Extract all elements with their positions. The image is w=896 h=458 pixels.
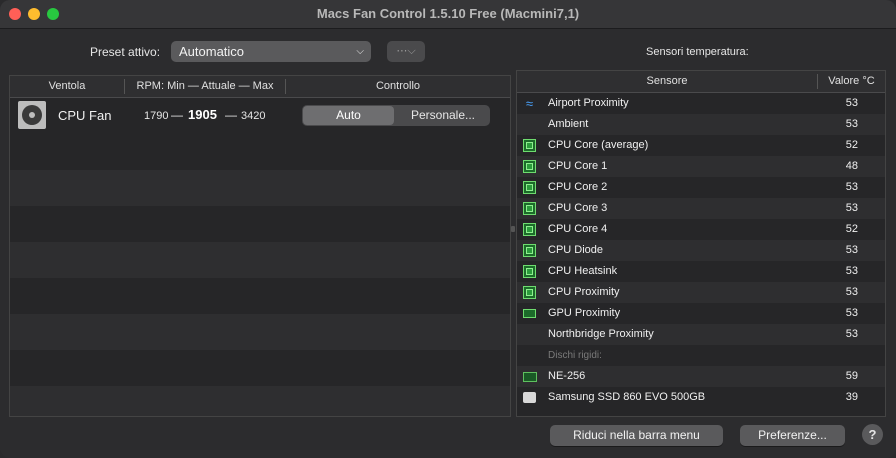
empty-row (10, 386, 510, 416)
control-auto-button[interactable]: Auto (303, 106, 394, 125)
cpu-chip-icon (523, 244, 536, 257)
sensor-value: 53 (845, 202, 858, 214)
sensor-table-header: Sensore Valore °C (517, 71, 885, 93)
cpu-chip-icon (523, 286, 536, 299)
preset-select-value: Automatico (179, 44, 245, 59)
cpu-chip-icon (523, 160, 536, 173)
group-header: Dischi rigidi: (517, 345, 885, 366)
sensor-value: 39 (845, 391, 858, 403)
app-window: Macs Fan Control 1.5.10 Free (Macmini7,1… (0, 0, 896, 458)
sensor-row[interactable]: Northbridge Proximity 53 (517, 324, 885, 345)
ellipsis-circle-icon: ⋯⌵ (396, 45, 416, 57)
sensor-row[interactable]: CPU Core 2 53 (517, 177, 885, 198)
sensor-row[interactable]: CPU Diode 53 (517, 240, 885, 261)
rpm-min: 1790 (144, 110, 169, 122)
group-label: Dischi rigidi: (548, 350, 602, 361)
sensor-name: CPU Core 3 (548, 202, 608, 214)
sensor-row[interactable]: NE-256 59 (517, 366, 885, 387)
sensor-name: NE-256 (548, 370, 586, 382)
cpu-chip-icon (523, 139, 536, 152)
sensor-row[interactable]: CPU Core 3 53 (517, 198, 885, 219)
sensor-value: 53 (845, 265, 858, 277)
preset-label: Preset attivo: (90, 45, 161, 59)
disk-icon (523, 392, 536, 403)
sensor-name: CPU Core 1 (548, 160, 608, 172)
preset-select[interactable]: Automatico ⌵ (171, 41, 371, 62)
split-view-handle[interactable] (511, 226, 515, 232)
rpm-separator: — (171, 108, 183, 122)
rpm-max: 3420 (241, 110, 266, 122)
sensor-value: 53 (845, 307, 858, 319)
control-segmented: Auto Personale... (302, 105, 490, 126)
rpm-separator: — (225, 108, 237, 122)
sensor-name: CPU Core (average) (548, 139, 649, 151)
fan-icon (18, 101, 46, 129)
empty-row (10, 170, 510, 206)
title-bar[interactable]: Macs Fan Control 1.5.10 Free (Macmini7,1… (0, 0, 896, 29)
fan-name: CPU Fan (58, 108, 112, 123)
sensors-title: Sensori temperatura: (646, 46, 749, 58)
sensor-name: CPU Heatsink (548, 265, 618, 277)
sensor-value: 53 (845, 286, 858, 298)
preset-menu-button[interactable]: ⋯⌵ (387, 41, 425, 62)
chevron-down-icon: ⌵ (356, 46, 364, 57)
sensor-name: CPU Diode (548, 244, 604, 256)
cpu-chip-icon (523, 202, 536, 215)
gpu-card-icon (523, 309, 536, 318)
sensor-table: Sensore Valore °C ≈ Airport Proximity 53… (516, 70, 886, 417)
column-header-rpm[interactable]: RPM: Min — Attuale — Max (125, 76, 285, 97)
sensor-value: 52 (845, 223, 858, 235)
rpm-current: 1905 (188, 107, 217, 122)
cpu-chip-icon (523, 265, 536, 278)
sensor-value: 53 (845, 181, 858, 193)
sensor-value: 52 (845, 139, 858, 151)
sensor-value: 53 (845, 328, 858, 340)
fan-table: Ventola RPM: Min — Attuale — Max Control… (9, 75, 511, 417)
sensor-value: 59 (845, 370, 858, 382)
minimize-to-menubar-button[interactable]: Riduci nella barra menu (550, 425, 723, 446)
sensor-name: CPU Core 4 (548, 223, 608, 235)
sensor-name: CPU Proximity (548, 286, 620, 298)
column-header-value[interactable]: Valore °C (818, 71, 885, 92)
column-header-sensor[interactable]: Sensore (517, 71, 817, 92)
sensor-value: 53 (845, 97, 858, 109)
sensor-value: 53 (845, 244, 858, 256)
sensor-name: Airport Proximity (548, 97, 629, 109)
sensor-name: Samsung SSD 860 EVO 500GB (548, 391, 706, 403)
ssd-icon (523, 372, 537, 382)
window-title: Macs Fan Control 1.5.10 Free (Macmini7,1… (316, 6, 580, 21)
sensor-row[interactable]: CPU Core (average) 52 (517, 135, 885, 156)
sensor-row[interactable]: CPU Heatsink 53 (517, 261, 885, 282)
cpu-chip-icon (523, 181, 536, 194)
sensor-value: 48 (845, 160, 858, 172)
sensor-name: Northbridge Proximity (548, 328, 654, 340)
sensor-row[interactable]: CPU Core 1 48 (517, 156, 885, 177)
sensor-row[interactable]: Samsung SSD 860 EVO 500GB 39 (517, 387, 885, 408)
sensor-row[interactable]: ≈ Airport Proximity 53 (517, 93, 885, 114)
preferences-button[interactable]: Preferenze... (740, 425, 845, 446)
sensor-name: CPU Core 2 (548, 181, 608, 193)
sensor-row[interactable]: Ambient 53 (517, 114, 885, 135)
cpu-chip-icon (523, 223, 536, 236)
help-button[interactable]: ? (862, 424, 883, 445)
wifi-icon: ≈ (525, 96, 534, 111)
fan-table-header: Ventola RPM: Min — Attuale — Max Control… (10, 76, 510, 98)
column-header-fan[interactable]: Ventola (10, 76, 124, 97)
control-custom-button[interactable]: Personale... (396, 105, 490, 126)
sensor-row[interactable]: GPU Proximity 53 (517, 303, 885, 324)
sensor-row[interactable]: CPU Proximity 53 (517, 282, 885, 303)
empty-row (10, 314, 510, 350)
sensor-row[interactable]: CPU Core 4 52 (517, 219, 885, 240)
sensor-name: Ambient (548, 118, 589, 130)
fan-row-cpu-fan[interactable]: CPU Fan 1790 — 1905 — 3420 Auto Personal… (10, 98, 510, 134)
empty-row (10, 242, 510, 278)
sensor-name: GPU Proximity (548, 307, 621, 319)
sensor-value: 53 (845, 118, 858, 130)
column-header-control[interactable]: Controllo (286, 76, 510, 97)
